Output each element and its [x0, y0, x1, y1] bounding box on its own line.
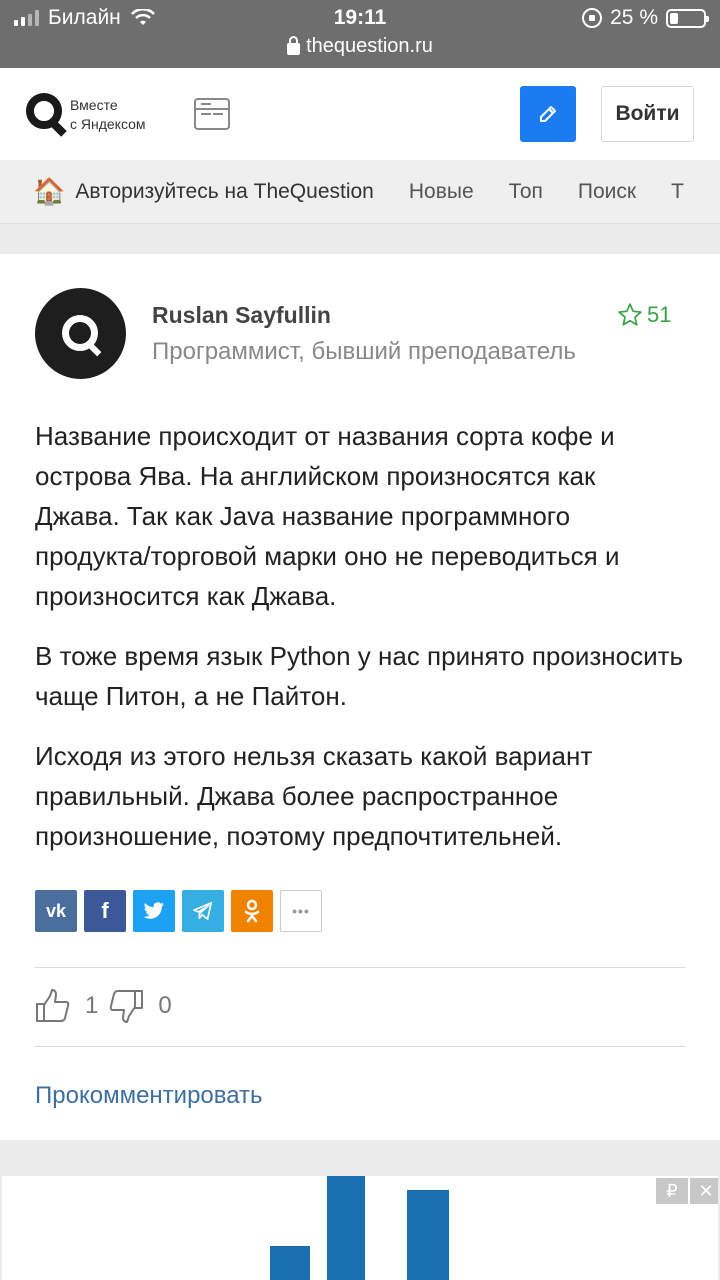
logo-tagline-line1: Вместе	[70, 97, 118, 113]
more-share-button[interactable]: •••	[280, 890, 322, 932]
top-nav: 🏠 Авторизуйтесь на TheQuestion Новые Топ…	[0, 160, 720, 224]
odnoklassniki-icon	[244, 899, 260, 923]
rating-value: 51	[647, 302, 672, 327]
nav-item-search[interactable]: Поиск	[578, 180, 636, 204]
author-role: Программист, бывший преподаватель	[152, 338, 576, 365]
answer-card: Ruslan Sayfullin Программист, бывший пре…	[0, 254, 720, 1140]
nav-item-top[interactable]: Топ	[509, 180, 543, 204]
telegram-icon	[193, 902, 212, 920]
ad-graphic	[270, 1246, 310, 1280]
author-name[interactable]: Ruslan Sayfullin	[152, 302, 331, 329]
ad-graphic	[327, 1176, 365, 1280]
pencil-icon	[540, 106, 556, 122]
thequestion-logo-icon[interactable]	[26, 93, 62, 129]
thumbs-down-icon[interactable]	[108, 988, 144, 1024]
facebook-share-button[interactable]: f	[84, 890, 126, 932]
url-text: thequestion.ru	[306, 35, 433, 57]
answer-paragraph: Название происходит от названия сорта ко…	[35, 421, 620, 611]
login-button[interactable]: Войти	[601, 86, 694, 142]
twitter-icon	[143, 902, 164, 919]
telegram-share-button[interactable]	[182, 890, 224, 932]
ad-graphic	[407, 1190, 449, 1280]
divider	[35, 967, 685, 968]
battery-icon	[666, 8, 709, 28]
nav-item-login-prompt[interactable]: Авторизуйтесь на TheQuestion	[75, 180, 373, 204]
logo-tagline-line2: с Яндексом	[70, 116, 146, 132]
rotation-lock-icon	[582, 8, 603, 28]
twitter-share-button[interactable]	[133, 890, 175, 932]
logo-tagline: Вместе с Яндексом	[70, 96, 146, 134]
ad-banner[interactable]: ₽ ✕	[2, 1176, 718, 1280]
comment-link[interactable]: Прокомментировать	[35, 1082, 263, 1110]
status-bar: Билайн 19:11 25 % thequestion.ru	[0, 0, 720, 68]
odnoklassniki-share-button[interactable]	[231, 890, 273, 932]
share-buttons: vk f •••	[35, 890, 322, 932]
padlock-icon	[287, 36, 301, 55]
answer-paragraph: В тоже время язык Python у нас принято п…	[35, 641, 684, 711]
likes-count: 1	[85, 992, 99, 1019]
star-icon	[618, 303, 642, 326]
divider	[35, 1046, 685, 1047]
address-bar[interactable]: thequestion.ru	[0, 35, 720, 58]
avatar[interactable]	[35, 288, 126, 379]
answer-paragraph: Исходя из этого нельзя сказать какой вар…	[35, 741, 593, 851]
feed-icon[interactable]	[194, 98, 230, 130]
answer-text: Название происходит от названия сорта ко…	[35, 416, 685, 876]
write-button[interactable]	[520, 86, 576, 142]
dislikes-count: 0	[158, 992, 172, 1019]
ad-close-icon[interactable]: ✕	[690, 1178, 718, 1204]
vk-share-button[interactable]: vk	[35, 890, 77, 932]
nav-item-truncated[interactable]: Т	[671, 180, 684, 204]
vote-bar: 1 0	[35, 988, 182, 1024]
thumbs-up-icon[interactable]	[35, 988, 71, 1024]
author-rating: 51	[617, 302, 671, 328]
house-icon: 🏠	[33, 176, 66, 206]
ad-ruble-icon[interactable]: ₽	[656, 1178, 688, 1204]
battery-percent: 25 %	[610, 6, 658, 29]
nav-item-new[interactable]: Новые	[409, 180, 474, 204]
site-header: Вместе с Яндексом Войти	[0, 68, 720, 160]
